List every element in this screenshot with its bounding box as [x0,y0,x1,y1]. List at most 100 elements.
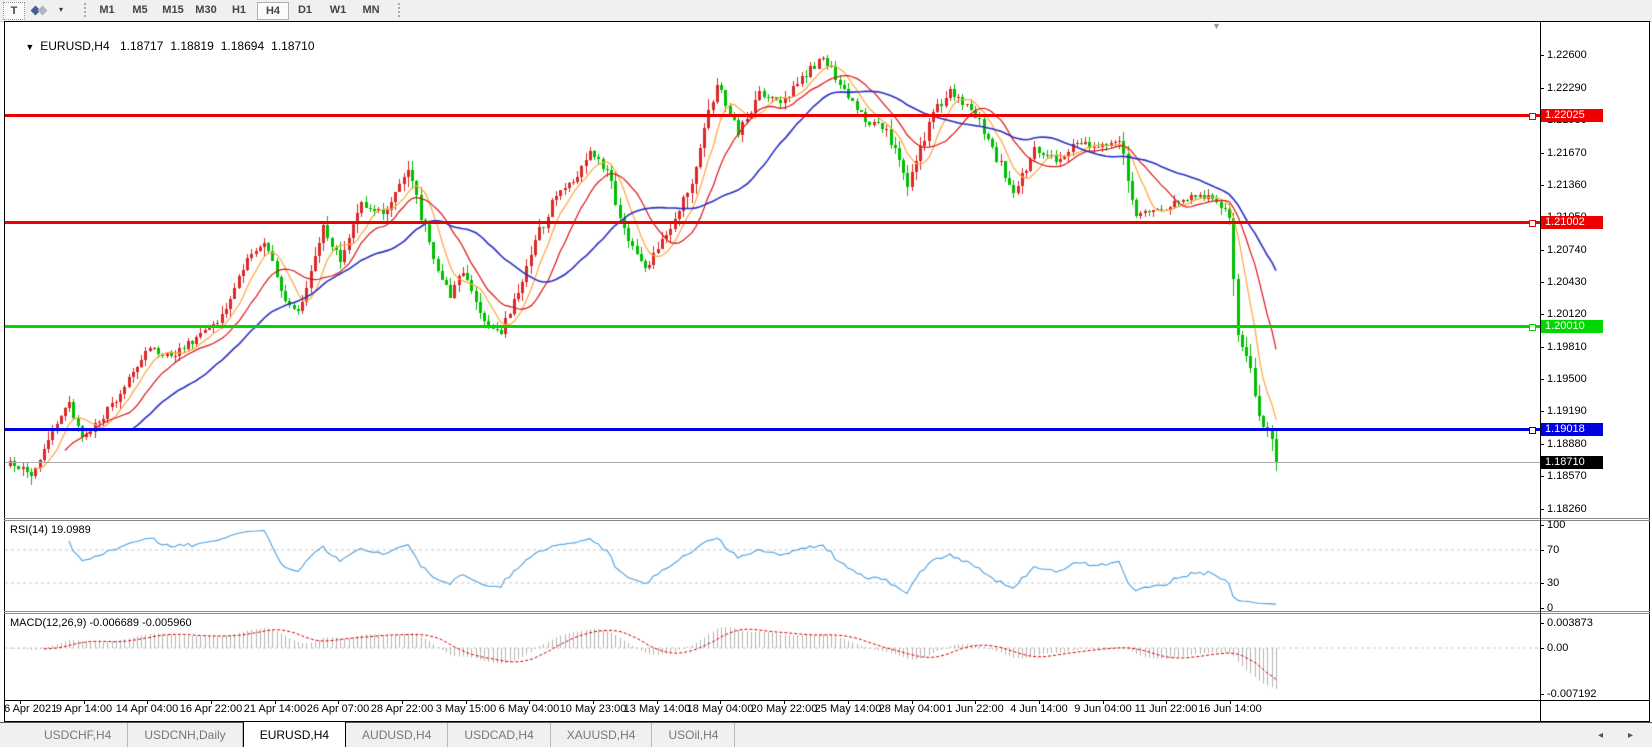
macd-values: -0.006689 -0.005960 [89,617,191,629]
level-price-label: 1.19018 [1541,423,1603,436]
chart-ohlc-header: ▼EURUSD,H4 1.187171.188191.186941.18710 [12,25,322,67]
timeframe-button-mn[interactable]: MN [356,2,386,18]
price-tick [1540,411,1544,412]
timeframe-button-h4[interactable]: H4 [257,2,289,20]
tab-scroll-left-icon[interactable]: ◂ [1598,730,1603,741]
time-axis-label: 20 May 22:00 [751,703,818,715]
symbol-tab-audusd[interactable]: AUDUSD,H4 [346,723,448,747]
rsi-tick [1540,525,1544,526]
panel-splitter[interactable] [4,613,1650,614]
toolbar-grip[interactable] [398,3,402,17]
macd-tick [1540,648,1544,649]
price-tick-label: 1.19190 [1547,405,1587,418]
symbol-tab-usdcad[interactable]: USDCAD,H4 [448,723,550,747]
panel-splitter[interactable] [4,520,1650,521]
price-tick [1540,379,1544,380]
text-tool-button[interactable]: T [3,2,25,20]
macd-panel-canvas[interactable] [5,614,1540,700]
macd-tick [1540,694,1544,695]
panel-splitter[interactable] [4,518,1650,519]
symbol-tab-usdchf[interactable]: USDCHF,H4 [28,723,128,747]
price-chart-canvas[interactable] [5,22,1540,518]
time-axis-label: 3 May 15:00 [436,703,497,715]
price-tick [1540,509,1544,510]
rsi-tick-label: 30 [1547,577,1559,590]
symbol-tab-xauusd[interactable]: XAUUSD,H4 [551,723,653,747]
timeframe-button-m15[interactable]: M15 [158,2,188,18]
current-price-line [5,462,1540,463]
time-axis-label: 25 May 14:00 [815,703,882,715]
time-axis-label: 6 Apr 2021 [4,703,57,715]
time-axis-label: 16 Jun 14:00 [1198,703,1262,715]
time-axis-label: 18 May 04:00 [687,703,754,715]
line-anchor-handle[interactable] [1529,220,1536,227]
price-tick-label: 1.19500 [1547,373,1587,386]
chart-shift-marker-icon[interactable]: ▼ [1212,21,1221,31]
time-axis-label: 28 Apr 22:00 [371,703,433,715]
timeframe-button-m1[interactable]: M1 [92,2,122,18]
time-axis-line [4,700,1650,701]
timeframe-button-d1[interactable]: D1 [290,2,320,18]
price-tick-label: 1.22600 [1547,49,1587,62]
level-price-label: 1.22025 [1541,109,1603,122]
symbol-label: EURUSD,H4 [40,39,109,53]
diamond-icon [38,6,48,16]
rsi-tick-label: 0 [1547,602,1553,615]
line-anchor-handle[interactable] [1529,113,1536,120]
line-anchor-handle[interactable] [1529,324,1536,331]
mt4-terminal: T ▾ M1M5M15M30H1H4D1W1MN ▼ EURUSD,H4 1.18… [0,0,1652,747]
rsi-tick [1540,583,1544,584]
macd-tick-label: 0.003873 [1547,617,1593,630]
macd-label: MACD(12,26,9) -0.006689 -0.005960 [10,617,192,629]
price-axis-line [1540,21,1541,722]
macd-tick [1540,623,1544,624]
horizontal-level-line[interactable] [5,428,1540,431]
objects-icon[interactable] [28,2,52,18]
level-price-label: 1.21002 [1541,216,1603,229]
time-axis-label: 16 Apr 22:00 [180,703,242,715]
macd-tick-label: -0.007192 [1547,688,1597,701]
price-tick-label: 1.18880 [1547,438,1587,451]
price-tick [1540,444,1544,445]
time-axis-label: 4 Jun 14:00 [1010,703,1068,715]
timeframe-button-m5[interactable]: M5 [125,2,155,18]
symbol-tab-usoil[interactable]: USOil,H4 [652,723,735,747]
horizontal-level-line[interactable] [5,114,1540,117]
price-tick [1540,476,1544,477]
tab-scroll-right-icon[interactable]: ▸ [1628,730,1633,741]
panel-splitter[interactable] [4,611,1650,612]
price-tick [1540,55,1544,56]
price-tick-label: 1.21360 [1547,179,1587,192]
rsi-tick-label: 70 [1547,544,1559,557]
line-anchor-handle[interactable] [1529,427,1536,434]
price-tick-label: 1.21670 [1547,147,1587,160]
timeframe-button-h1[interactable]: H1 [224,2,254,18]
price-tick [1540,153,1544,154]
horizontal-level-line[interactable] [5,325,1540,328]
rsi-panel-canvas[interactable] [5,521,1540,611]
time-axis-label: 28 May 04:00 [879,703,946,715]
timeframe-button-m30[interactable]: M30 [191,2,221,18]
rsi-tick-label: 100 [1547,519,1565,532]
macd-tick-label: 0.00 [1547,642,1568,655]
symbol-tab-usdcnh[interactable]: USDCNH,Daily [128,723,242,747]
time-axis-label: 14 Apr 04:00 [116,703,178,715]
price-tick [1540,250,1544,251]
symbol-tab-bar: USDCHF,H4USDCNH,DailyEURUSD,H4AUDUSD,H4U… [0,722,1652,747]
high-value: 1.18819 [170,39,213,53]
time-axis-label: 11 Jun 22:00 [1135,703,1198,715]
horizontal-level-line[interactable] [5,221,1540,224]
price-tick [1540,282,1544,283]
current-price-label: 1.18710 [1541,456,1603,469]
chevron-down-icon[interactable]: ▾ [55,2,67,18]
timeframe-button-w1[interactable]: W1 [323,2,353,18]
symbol-tab-eurusd[interactable]: EURUSD,H4 [243,721,346,747]
open-value: 1.18717 [120,39,163,53]
rsi-value: 19.0989 [51,524,91,536]
price-tick [1540,185,1544,186]
price-tick-label: 1.20740 [1547,244,1587,257]
price-tick [1540,88,1544,89]
price-tick-label: 1.22290 [1547,82,1587,95]
toolbar-grip[interactable] [84,3,88,17]
price-tick [1540,314,1544,315]
